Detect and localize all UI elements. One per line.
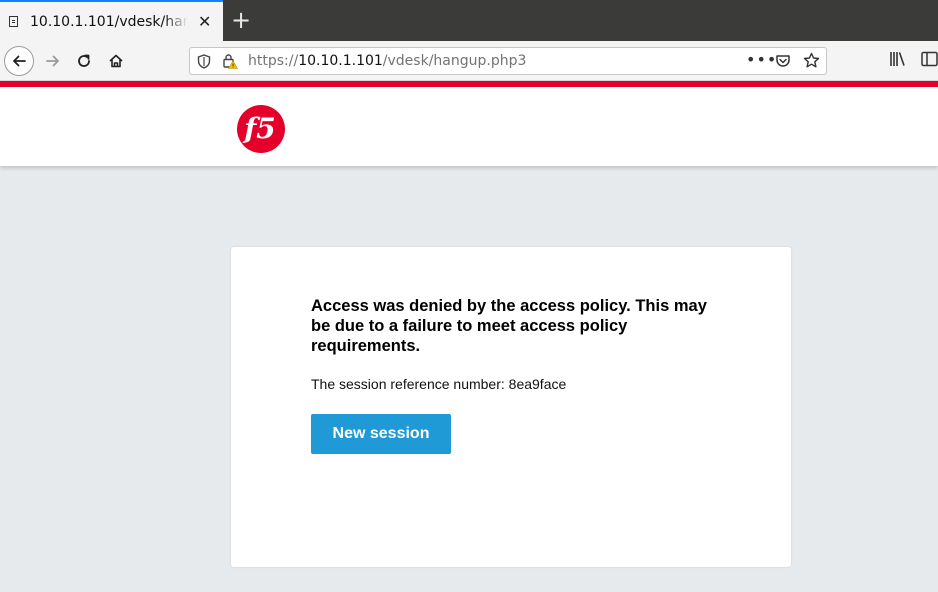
f5-logo: f5 — [237, 105, 285, 153]
session-reference: The session reference number: 8ea9face — [311, 376, 567, 392]
active-tab[interactable]: 10.10.1.101/vdesk/hangup.php3 ✕ — [0, 0, 223, 41]
tab-strip: 10.10.1.101/vdesk/hangup.php3 ✕ + — [0, 0, 938, 41]
pocket-icon[interactable] — [775, 53, 791, 69]
url-host: 10.10.1.101 — [298, 53, 383, 69]
bookmark-star-icon[interactable] — [803, 52, 820, 69]
forward-button[interactable] — [38, 46, 68, 76]
page-icon — [9, 16, 18, 27]
sidebar-icon[interactable] — [921, 51, 938, 67]
logo-text: f5 — [242, 112, 276, 145]
access-denied-message: Access was denied by the access policy. … — [311, 297, 707, 355]
page-header: f5 — [0, 87, 938, 166]
url-text[interactable]: https://10.10.1.101/vdesk/hangup.php3 — [248, 53, 526, 69]
shield-icon[interactable] — [197, 54, 211, 69]
back-button[interactable] — [4, 46, 34, 76]
reload-button[interactable] — [69, 46, 99, 76]
url-path: /vdesk/hangup.php3 — [382, 53, 527, 69]
back-icon — [13, 55, 26, 67]
url-scheme: https:// — [248, 53, 299, 69]
library-icon[interactable] — [889, 51, 907, 67]
tab-title: 10.10.1.101/vdesk/hangup.php3 — [30, 13, 188, 30]
new-tab-button[interactable]: + — [230, 8, 252, 32]
address-bar[interactable]: https://10.10.1.101/vdesk/hangup.php3 ••… — [189, 47, 827, 75]
page-actions-icon[interactable]: ••• — [746, 50, 777, 69]
message-card: Access was denied by the access policy. … — [231, 247, 791, 567]
insecure-lock-icon[interactable] — [222, 53, 238, 69]
close-tab-icon[interactable]: ✕ — [198, 13, 211, 30]
home-icon — [109, 54, 123, 68]
navigation-toolbar: https://10.10.1.101/vdesk/hangup.php3 ••… — [0, 41, 938, 81]
new-session-button[interactable]: New session — [311, 414, 451, 454]
forward-icon — [46, 55, 59, 67]
home-button[interactable] — [101, 46, 131, 76]
reload-icon — [78, 54, 90, 67]
